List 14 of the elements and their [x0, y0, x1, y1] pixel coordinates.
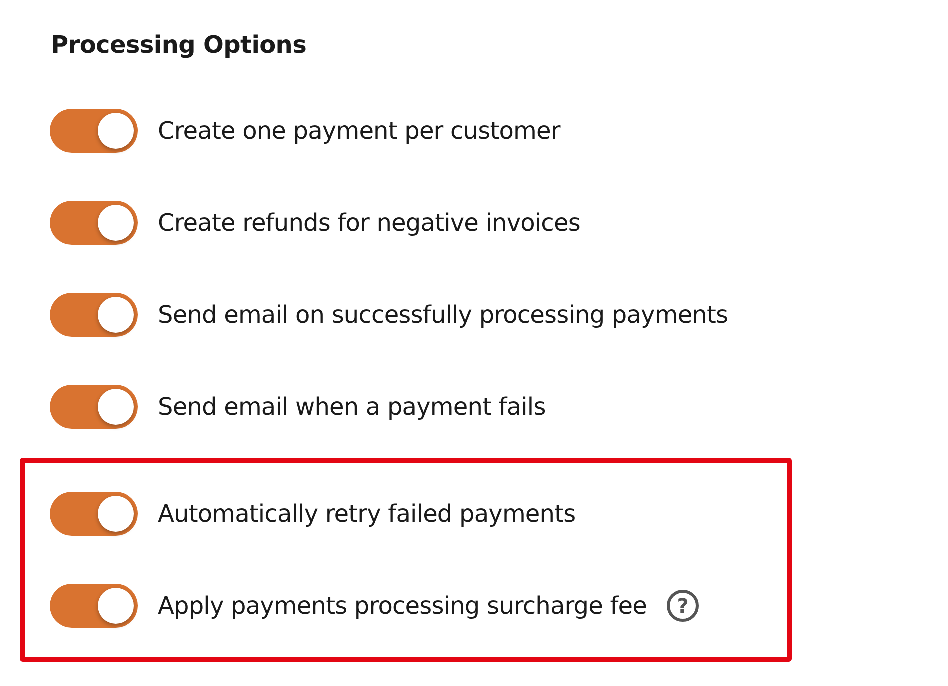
- toggle-switch[interactable]: [50, 293, 138, 337]
- option-label: Automatically retry failed payments: [158, 499, 576, 530]
- toggle-switch[interactable]: [50, 109, 138, 153]
- toggle-switch[interactable]: [50, 201, 138, 245]
- option-label: Send email when a payment fails: [158, 392, 546, 423]
- option-label: Apply payments processing surcharge fee: [158, 591, 648, 622]
- help-icon[interactable]: ?: [667, 590, 700, 622]
- option-label: Create one payment per customer: [158, 116, 560, 147]
- option-label: Create refunds for negative invoices: [158, 208, 580, 239]
- toggle-switch[interactable]: [50, 385, 138, 429]
- section-title: Processing Options: [51, 30, 308, 61]
- option-label: Send email on successfully processing payments: [158, 300, 728, 331]
- toggle-switch[interactable]: [50, 584, 138, 628]
- toggle-switch[interactable]: [50, 492, 138, 536]
